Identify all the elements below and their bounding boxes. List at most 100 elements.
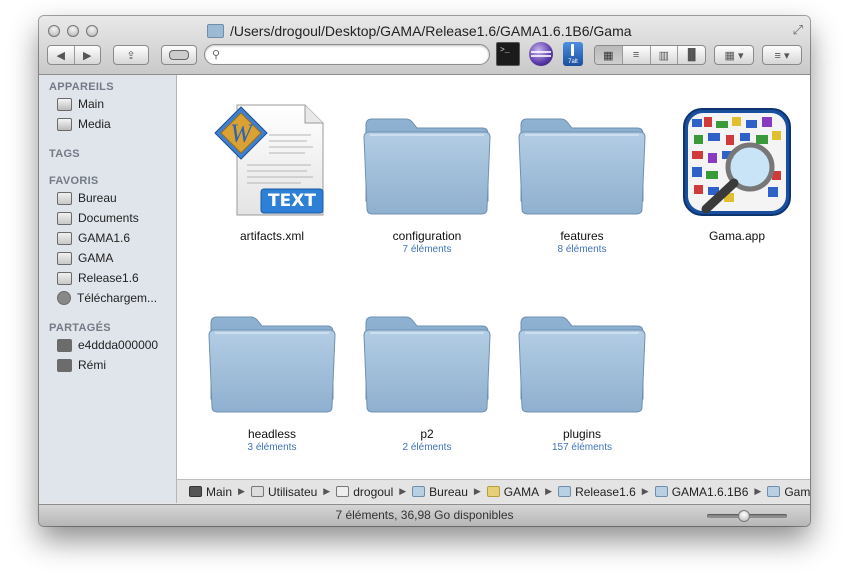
sidebar-section-shared: PARTAGÉS — [49, 322, 111, 334]
text-document-icon: W TEXT — [207, 101, 337, 219]
sidebar-section-tags: TAGS — [49, 148, 80, 160]
share-button[interactable]: ⇪ — [113, 45, 149, 65]
sidebar-item-label: Release1.6 — [78, 271, 139, 285]
finder-window: /Users/drogoul/Desktop/GAMA/Release1.6/G… — [39, 16, 810, 526]
eclipse-icon[interactable] — [529, 42, 553, 66]
chevron-right-icon: ▶ — [323, 486, 331, 496]
sidebar: APPAREILS Main Media TAGS FAVORIS Bureau… — [39, 75, 177, 503]
forward-button[interactable]: ▶ — [75, 46, 101, 64]
breadcrumb-label: GAMA1.6.1B6 — [671, 484, 749, 499]
file-name: plugins — [562, 427, 602, 441]
sidebar-item-remi[interactable]: Rémi — [57, 356, 106, 374]
sidebar-item-downloads[interactable]: Téléchargem... — [57, 289, 157, 307]
sidebar-item-release16[interactable]: Release1.6 — [57, 269, 139, 287]
breadcrumb-label: Release1.6 — [575, 484, 636, 499]
file-item-p2[interactable]: p2 2 éléments — [352, 299, 502, 453]
icon-size-slider[interactable] — [707, 510, 787, 522]
file-name: Gama.app — [708, 229, 766, 243]
coverflow-view-button[interactable]: ▐▌ — [678, 46, 705, 64]
minimize-button[interactable] — [67, 25, 79, 37]
home-icon — [336, 486, 350, 497]
hard-drive-icon — [57, 97, 72, 111]
hard-drive-icon — [57, 117, 72, 131]
file-name: features — [560, 229, 604, 243]
back-button[interactable]: ◀ — [48, 46, 75, 64]
breadcrumb-gama[interactable]: GAMA — [486, 485, 539, 499]
sidebar-section-favorites: FAVORIS — [49, 175, 99, 187]
chevron-right-icon: ▶ — [754, 486, 762, 496]
folder-icon — [767, 486, 781, 497]
breadcrumb-main[interactable]: Main — [189, 485, 232, 499]
slider-knob[interactable] — [738, 510, 750, 522]
tag-icon — [169, 50, 189, 60]
icon-view-button[interactable]: ▦ — [595, 46, 623, 64]
breadcrumb-drogoul[interactable]: drogoul — [336, 485, 393, 499]
sidebar-item-bureau[interactable]: Bureau — [57, 189, 117, 207]
file-name: headless — [247, 427, 297, 441]
search-input[interactable] — [227, 47, 486, 64]
documents-icon — [57, 211, 72, 225]
list-view-button[interactable]: ≡ — [623, 46, 651, 64]
terminal-icon[interactable]: >_ — [496, 42, 520, 66]
breadcrumb-release[interactable]: Release1.6 — [558, 485, 636, 499]
gama-app-icon — [672, 101, 802, 219]
file-item-features[interactable]: features 8 éléments — [507, 101, 657, 255]
chevron-right-icon: ▶ — [473, 486, 481, 496]
search-field[interactable]: ⚲ — [204, 44, 490, 65]
file-count: 3 éléments — [247, 442, 297, 453]
window-path: /Users/drogoul/Desktop/GAMA/Release1.6/G… — [230, 23, 632, 39]
monitor-icon — [57, 338, 72, 352]
sidebar-item-media[interactable]: Media — [57, 115, 111, 133]
chevron-right-icon: ▶ — [545, 486, 553, 496]
sidebar-item-label: Téléchargem... — [77, 291, 158, 305]
file-item-artifacts[interactable]: W TEXT artifacts.xml — [197, 101, 347, 244]
folder-icon — [207, 299, 337, 417]
download-icon — [57, 291, 71, 305]
sidebar-item-label: GAMA1.6 — [78, 231, 131, 245]
breadcrumb-gama161b6[interactable]: GAMA1.6.1B6 — [654, 484, 749, 499]
chevron-right-icon: ▶ — [238, 486, 245, 496]
file-count: 2 éléments — [402, 442, 452, 453]
folder-icon — [57, 231, 72, 245]
breadcrumb-bureau[interactable]: Bureau — [412, 485, 468, 499]
breadcrumb-label: Utilisateu — [267, 484, 318, 499]
sidebar-item-gama16[interactable]: GAMA1.6 — [57, 229, 130, 247]
close-button[interactable] — [48, 25, 60, 37]
sidebar-section-devices: APPAREILS — [49, 81, 114, 93]
breadcrumb-label: drogoul — [353, 484, 394, 499]
sidebar-item-label: Main — [78, 97, 105, 111]
app-shortcut-label: 7alt — [568, 59, 578, 65]
file-item-plugins[interactable]: plugins 157 éléments — [507, 299, 657, 453]
sidebar-item-label: GAMA — [78, 251, 114, 265]
file-item-configuration[interactable]: configuration 7 éléments — [352, 101, 502, 255]
app-shortcut-icon[interactable]: 7alt — [563, 42, 583, 66]
fullscreen-icon[interactable]: ⤢ — [793, 22, 803, 38]
arrange-button[interactable]: ▦ ▾ — [714, 45, 754, 65]
sidebar-item-shared-host[interactable]: e4ddda000000 — [57, 336, 158, 354]
status-bar: 7 éléments, 36,98 Go disponibles — [39, 504, 810, 526]
zoom-button[interactable] — [86, 25, 98, 37]
share-icon: ⇪ — [126, 49, 136, 62]
sidebar-item-gama[interactable]: GAMA — [57, 249, 113, 267]
breadcrumb-users[interactable]: Utilisateu — [250, 484, 318, 499]
breadcrumb-label: Gama — [784, 484, 810, 499]
chevron-right-icon: ▶ — [641, 486, 649, 496]
tag-button[interactable] — [161, 45, 197, 65]
sidebar-item-main[interactable]: Main — [57, 95, 104, 113]
breadcrumb-gama-current[interactable]: Gama — [767, 485, 810, 499]
file-count: 7 éléments — [402, 244, 452, 255]
file-name: p2 — [420, 427, 434, 441]
sidebar-item-label: Media — [78, 117, 111, 131]
view-mode-control: ▦ ≡ ▥ ▐▌ — [594, 45, 706, 65]
folder-icon — [517, 299, 647, 417]
back-forward-control: ◀ ▶ — [47, 45, 101, 65]
folder-icon — [57, 271, 72, 285]
sidebar-item-documents[interactable]: Documents — [57, 209, 139, 227]
action-button[interactable]: ≡ ▾ — [762, 45, 802, 65]
folder-icon — [517, 101, 647, 219]
file-item-headless[interactable]: headless 3 éléments — [197, 299, 347, 453]
file-count: 8 éléments — [557, 244, 607, 255]
file-item-gama-app[interactable]: Gama.app — [662, 101, 810, 244]
toolbar: /Users/drogoul/Desktop/GAMA/Release1.6/G… — [39, 16, 810, 75]
column-view-button[interactable]: ▥ — [651, 46, 679, 64]
